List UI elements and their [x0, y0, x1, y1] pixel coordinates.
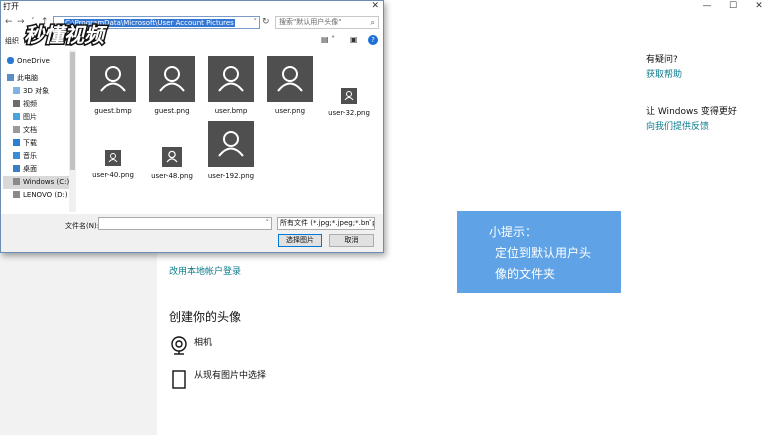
file-name: user.png: [274, 107, 306, 115]
dialog-footer: 文件名(N): ˅ 所有文件 (*.jpg;*.jpeg;*.bmp; ˅ 选择…: [1, 214, 383, 252]
tip-line-3: 像的文件夹: [495, 267, 556, 281]
maximize-button[interactable]: ☐: [720, 0, 746, 14]
user-avatar-icon: [105, 150, 121, 166]
search-placeholder: 搜索"默认用户头像": [279, 18, 342, 26]
search-icon: ⌕: [370, 18, 375, 27]
nav-item-onedrive[interactable]: OneDrive: [7, 55, 73, 68]
file-item[interactable]: user-192.png: [203, 121, 259, 180]
camera-option[interactable]: 相机: [170, 336, 212, 356]
user-avatar-icon: [162, 147, 182, 167]
user-avatar-icon: [90, 56, 136, 102]
file-name: guest.bmp: [94, 107, 132, 115]
computer-icon: [7, 74, 14, 81]
file-name: user-48.png: [151, 172, 193, 180]
help-icon[interactable]: ?: [368, 35, 378, 45]
file-list: guest.bmp guest.png user.bmp user.png us…: [83, 54, 379, 212]
file-item[interactable]: user.bmp: [203, 56, 259, 115]
svg-text:秒懂视频: 秒懂视频: [24, 23, 108, 47]
create-avatar-title: 创建你的头像: [169, 310, 242, 324]
tip-line-1: 小提示：: [489, 225, 538, 239]
preview-pane-icon[interactable]: ▣: [350, 35, 358, 44]
dialog-title: 打开: [1, 1, 383, 13]
filetype-dropdown-icon[interactable]: ˅: [368, 218, 372, 229]
file-name: user-192.png: [207, 172, 255, 180]
drive-icon: [13, 191, 20, 198]
browse-label: 从现有图片中选择: [194, 371, 267, 381]
filename-input[interactable]: ˅: [98, 217, 272, 230]
download-icon: [13, 139, 20, 146]
cancel-button[interactable]: 取消: [329, 234, 374, 247]
file-name: guest.png: [154, 107, 190, 115]
filetype-value: 所有文件 (*.jpg;*.jpeg;*.bmp;: [280, 219, 375, 227]
cube-icon: [13, 87, 20, 94]
cloud-icon: [7, 57, 14, 64]
file-name: user-40.png: [92, 171, 134, 179]
back-arrow-icon[interactable]: ←: [5, 17, 13, 27]
nav-scrollbar[interactable]: [69, 50, 76, 212]
file-item[interactable]: guest.bmp: [85, 56, 141, 115]
local-account-link[interactable]: 改用本地帐户登录: [169, 264, 241, 277]
file-item[interactable]: user.png: [262, 56, 318, 115]
address-dropdown-icon[interactable]: ˅: [254, 18, 258, 26]
window-controls: — ☐ ✕: [694, 0, 772, 14]
feedback-link[interactable]: 向我们提供反馈: [646, 119, 709, 132]
tip-box: 小提示： 定位到默认用户头 像的文件夹: [457, 211, 621, 293]
desktop-icon: [13, 165, 20, 172]
open-button[interactable]: 选择图片: [278, 234, 322, 247]
improve-windows-title: 让 Windows 变得更好: [646, 107, 737, 117]
filename-dropdown-icon[interactable]: ˅: [266, 219, 270, 227]
browse-picture-option[interactable]: 从现有图片中选择: [170, 369, 266, 389]
file-item[interactable]: user-40.png: [85, 150, 141, 179]
filetype-select[interactable]: 所有文件 (*.jpg;*.jpeg;*.bmp; ˅: [277, 217, 375, 230]
nav-scroll-thumb[interactable]: [70, 52, 75, 170]
file-name: user.bmp: [214, 107, 248, 115]
organize-button[interactable]: 组织: [5, 36, 19, 46]
user-avatar-icon: [341, 88, 357, 104]
camera-label: 相机: [194, 338, 213, 348]
filename-label: 文件名(N):: [65, 222, 100, 230]
user-avatar-icon: [208, 121, 254, 167]
user-avatar-icon: [267, 56, 313, 102]
file-name: user-32.png: [328, 109, 370, 117]
user-avatar-icon: [149, 56, 195, 102]
video-icon: [13, 100, 20, 107]
user-avatar-icon: [208, 56, 254, 102]
music-icon: [13, 152, 20, 159]
file-item[interactable]: user-48.png: [144, 147, 200, 180]
search-input[interactable]: 搜索"默认用户头像" ⌕: [275, 16, 379, 29]
nav-item-windows-c[interactable]: Windows (C:): [3, 176, 69, 189]
watermark-logo: 秒懂视频: [23, 22, 110, 49]
document-icon: [13, 126, 20, 133]
file-item[interactable]: guest.png: [144, 56, 200, 115]
picture-file-icon: [172, 370, 186, 389]
tip-line-2: 定位到默认用户头: [495, 246, 592, 260]
nav-item-this-pc[interactable]: 此电脑: [7, 72, 73, 85]
minimize-button[interactable]: —: [694, 0, 720, 14]
help-title: 有疑问?: [646, 55, 678, 65]
view-options-icon[interactable]: ▤ ˅: [321, 35, 335, 44]
camera-icon: [171, 336, 187, 355]
get-help-link[interactable]: 获取帮助: [646, 67, 682, 80]
picture-icon: [13, 113, 20, 120]
file-item[interactable]: user-32.png: [321, 88, 377, 117]
drive-icon: [13, 178, 20, 185]
dialog-close-button[interactable]: ✕: [371, 1, 379, 12]
navigation-pane: OneDrive 此电脑 3D 对象 视频 图片 文档 下载 音乐 桌面 Win…: [1, 50, 77, 212]
close-window-button[interactable]: ✕: [746, 0, 772, 14]
refresh-icon[interactable]: ↻: [262, 17, 270, 27]
